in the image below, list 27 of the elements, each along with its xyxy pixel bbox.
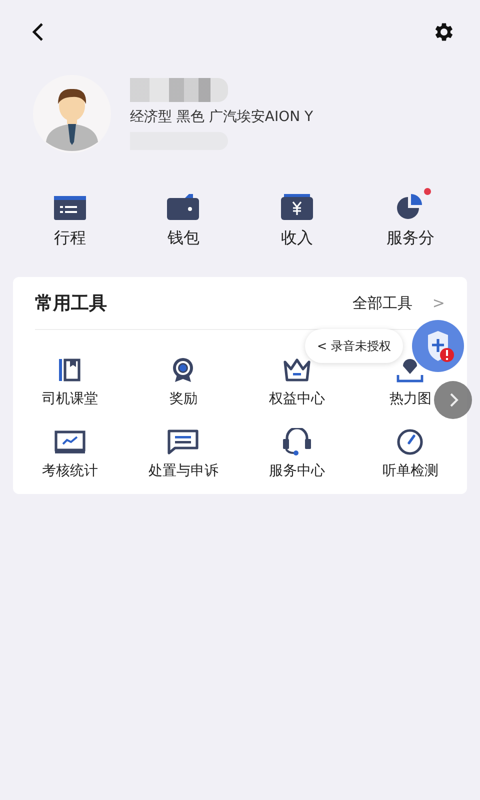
yen-icon [280,194,313,220]
floating-arrow-button[interactable] [433,380,473,420]
tool-item[interactable]: 听单检测 [382,428,438,480]
wallet-icon [167,194,200,220]
section-title: 常用工具 [35,292,107,315]
shortcut-item[interactable]: 服务分 [354,192,467,249]
chart-icon [54,428,86,456]
gauge-icon [396,428,424,456]
tool-item[interactable]: 服务中心 [268,428,325,480]
shield-icon[interactable] [411,319,465,373]
tool-item[interactable]: 考核统计 [42,428,98,480]
car-info: 经济型 黑色 广汽埃安AION Y [130,108,314,126]
message-icon [167,428,200,456]
tool-item[interactable]: 奖励 [169,356,198,408]
book-icon [58,356,82,384]
shortcut-item[interactable]: 钱包 [126,192,240,249]
shortcut-item[interactable]: 行程 [13,192,126,249]
crown-icon [282,356,312,384]
recording-permission-prompt[interactable]: < 录音未授权 [305,329,404,363]
list-icon [54,196,86,220]
tool-item[interactable]: 司机课堂 [42,356,98,408]
back-icon[interactable] [31,22,45,42]
all-tools-link[interactable]: 全部工具 > [352,294,445,312]
shortcut-item[interactable]: 收入 [240,192,354,249]
headset-icon [280,428,313,456]
tool-item[interactable]: 处置与申诉 [148,428,218,480]
location-pin-icon [395,356,426,384]
